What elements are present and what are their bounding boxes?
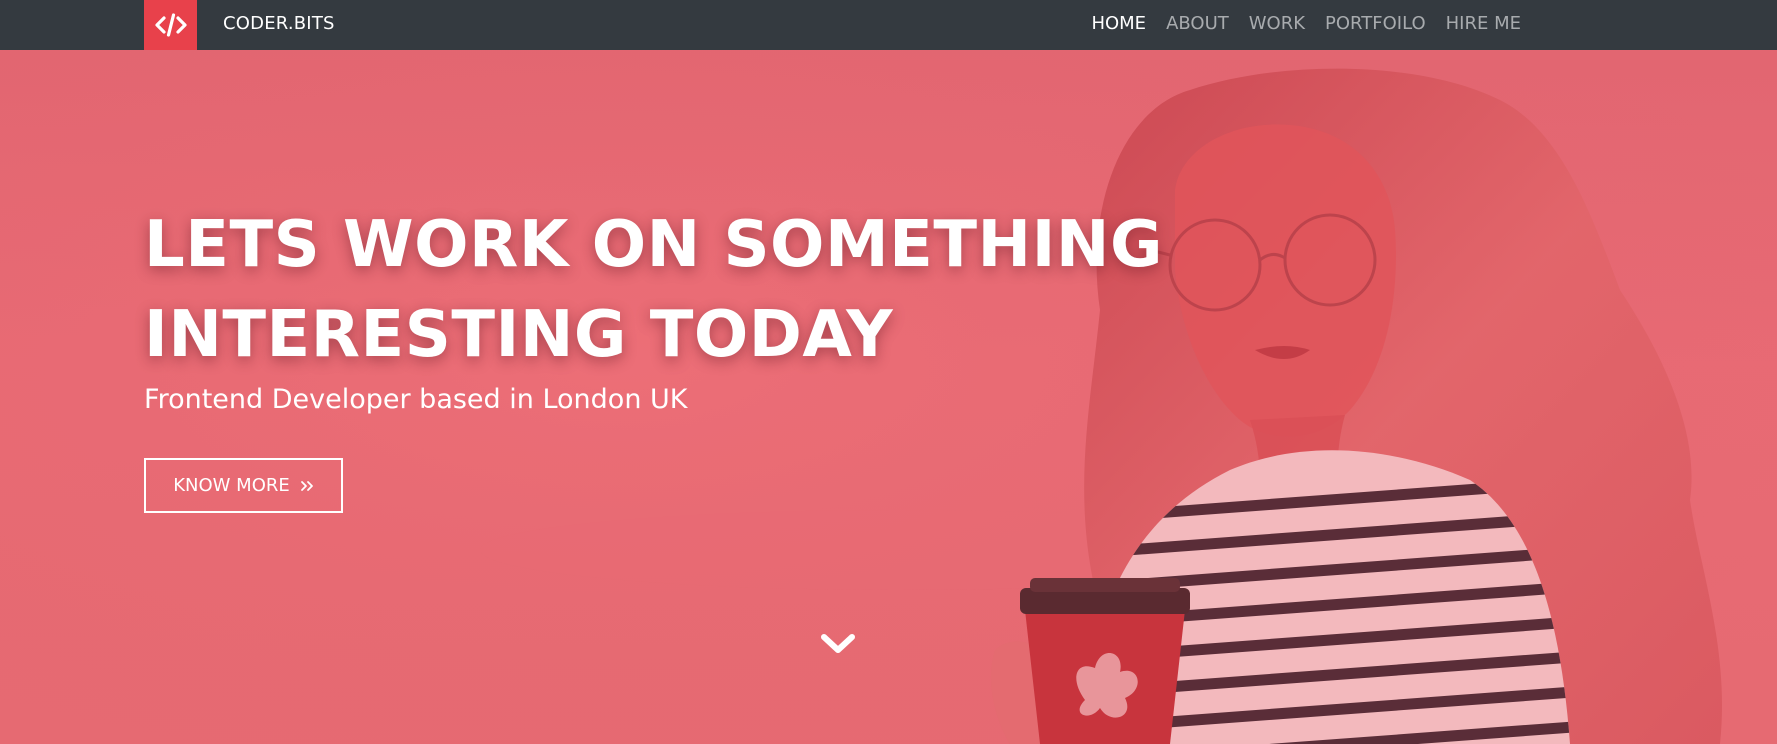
know-more-button[interactable]: KNOW MORE [144,458,343,513]
hero-title: LETS WORK ON SOMETHING INTERESTING TODAY [144,200,1163,380]
brand-logo[interactable] [144,0,197,50]
double-chevron-right-icon [300,480,313,491]
nav-item-work[interactable]: WORK [1249,13,1305,34]
scroll-down-button[interactable] [818,628,858,658]
coffee-cup [1020,578,1190,744]
chevron-down-icon [821,634,855,653]
nav-item-about[interactable]: ABOUT [1166,13,1229,34]
know-more-label: KNOW MORE [173,475,290,496]
nav-item-hire-me[interactable]: HIRE ME [1446,13,1521,34]
code-slash-icon [154,13,187,37]
nav-links: HOME ABOUT WORK PORTFOILO HIRE ME [1091,13,1521,34]
page: CODER.BITS HOME ABOUT WORK PORTFOILO HIR… [0,0,1777,744]
hero-section: LETS WORK ON SOMETHING INTERESTING TODAY… [0,50,1777,744]
hero-title-line-1: LETS WORK ON SOMETHING [144,208,1163,282]
navbar: CODER.BITS HOME ABOUT WORK PORTFOILO HIR… [0,0,1777,50]
nav-item-portfolio[interactable]: PORTFOILO [1325,13,1426,34]
brand-name[interactable]: CODER.BITS [223,13,335,34]
hero-title-line-2: INTERESTING TODAY [144,298,894,372]
hero-subtitle: Frontend Developer based in London UK [144,384,688,415]
nav-item-home[interactable]: HOME [1091,13,1146,34]
